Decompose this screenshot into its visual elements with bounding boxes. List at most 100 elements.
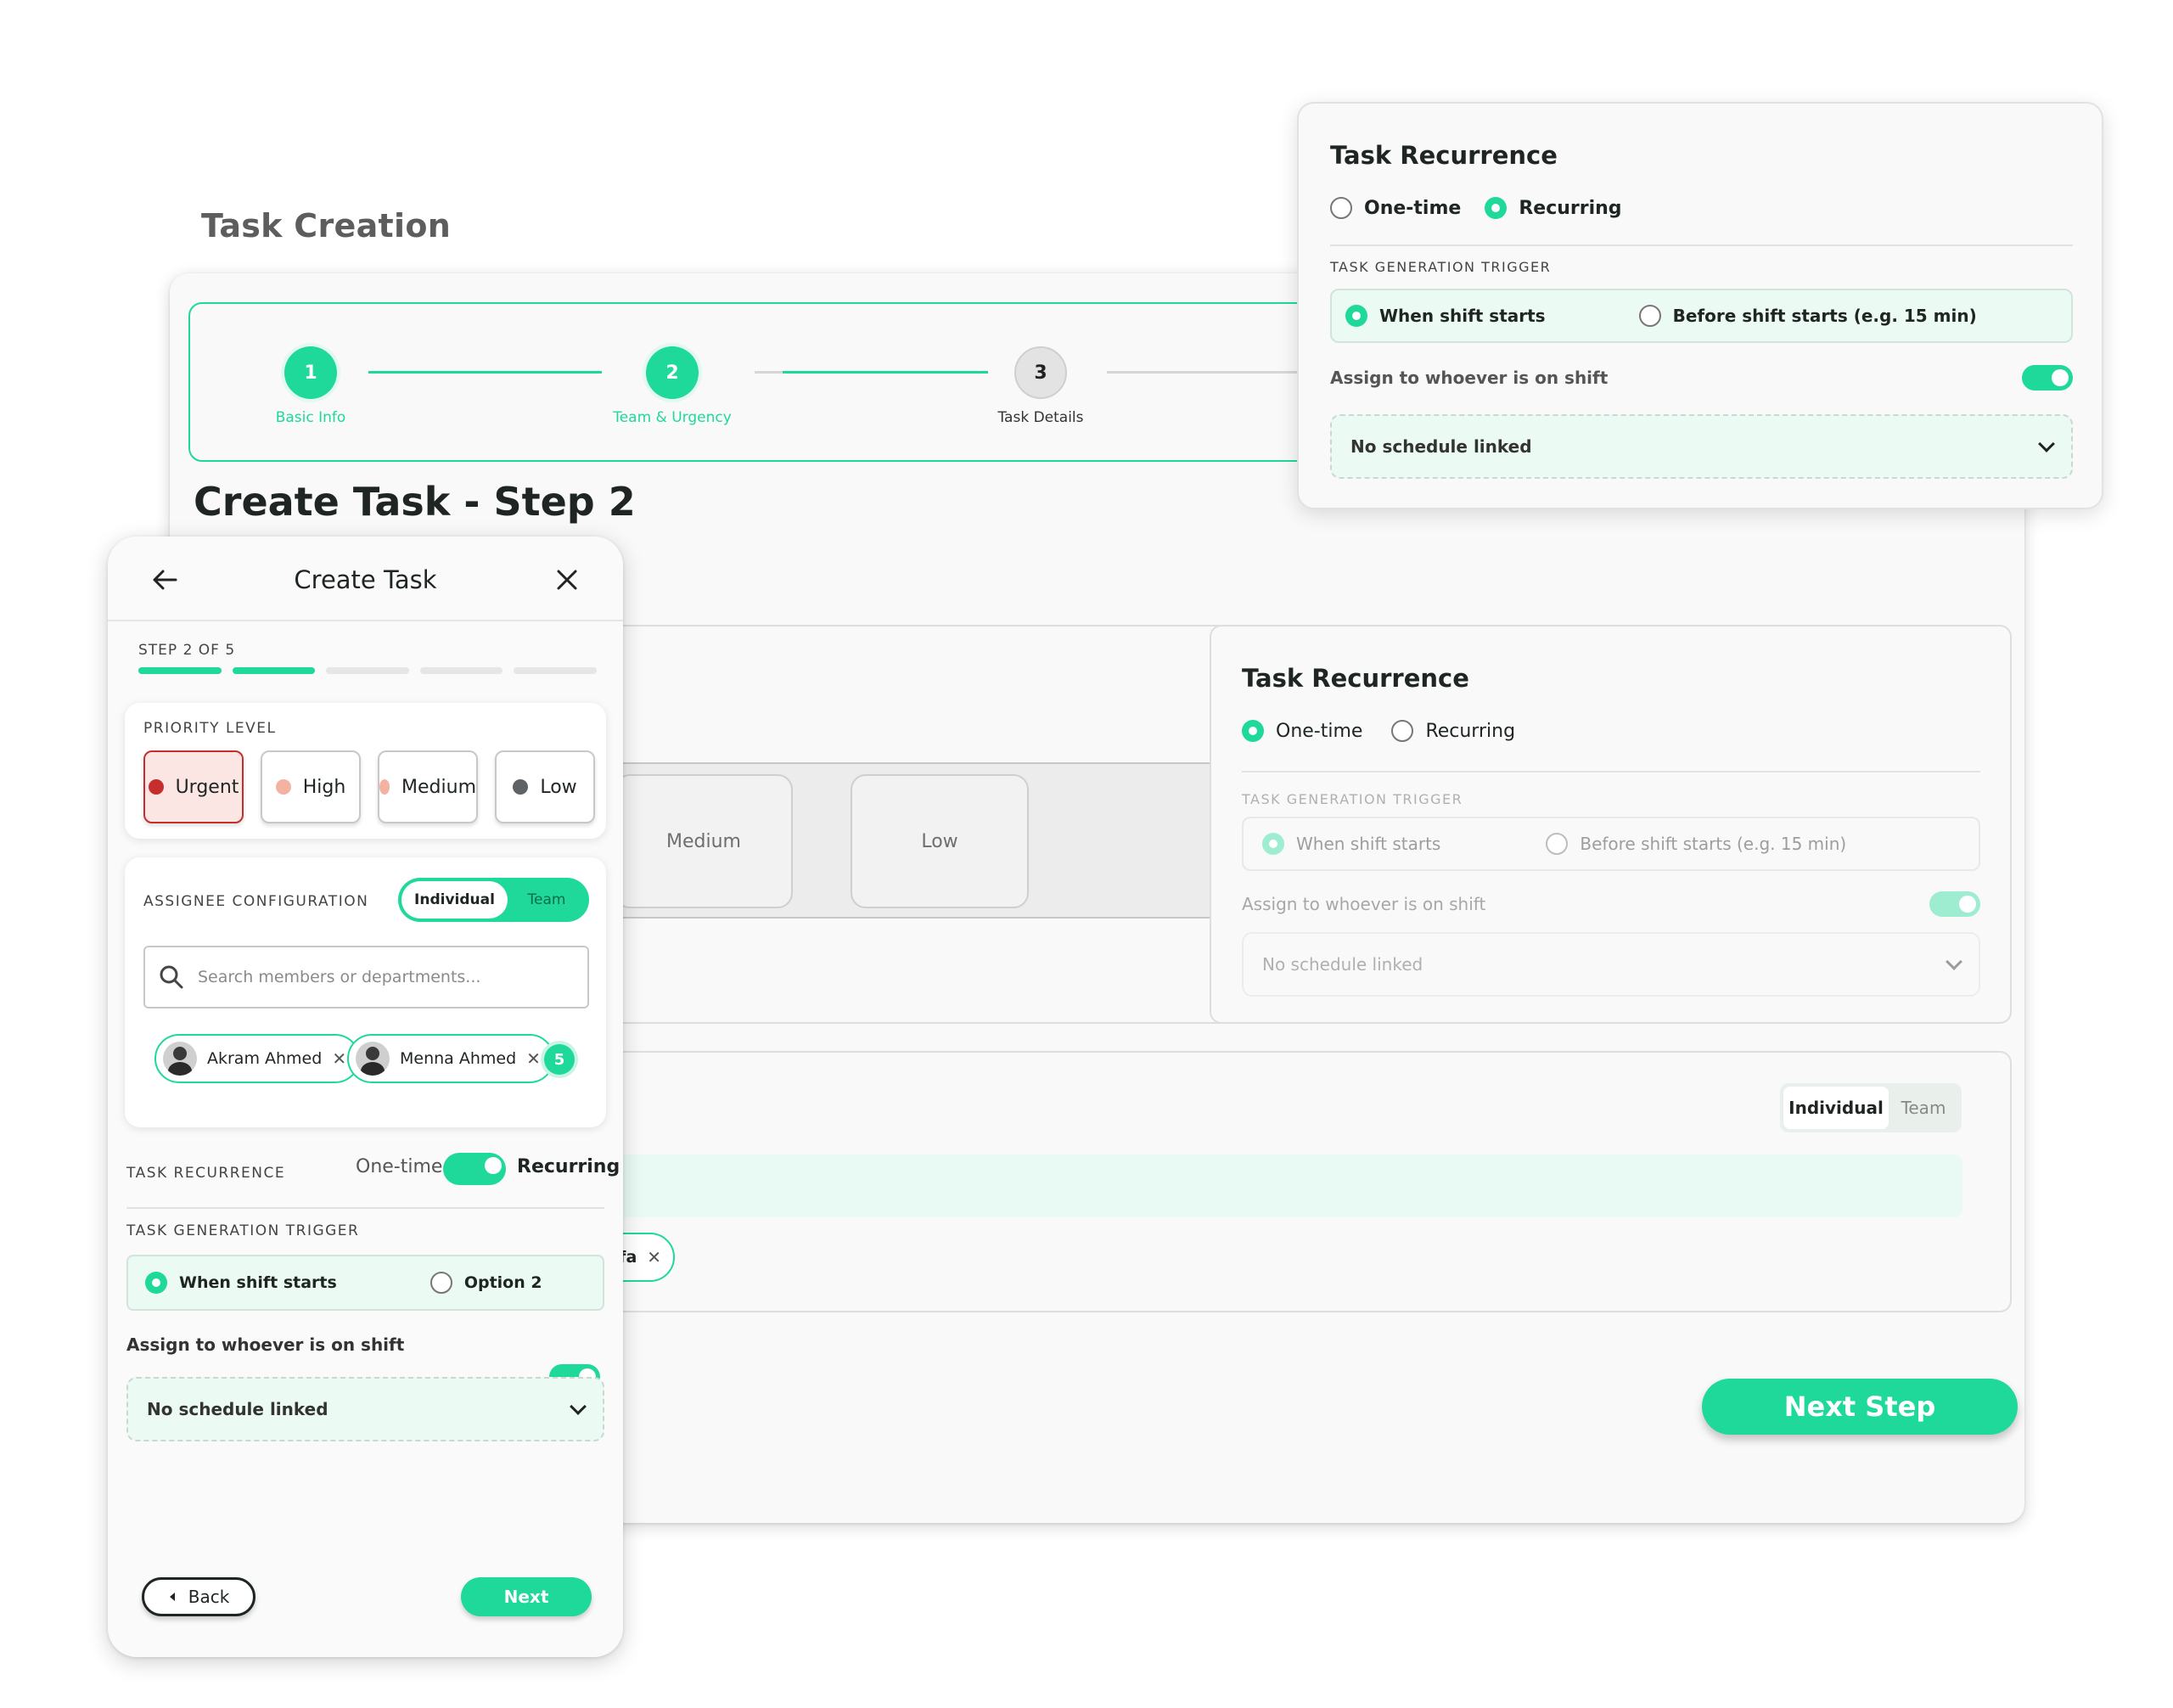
recurring-label: Recurring [517,1156,620,1177]
chevron-down-icon [1946,953,1962,970]
search-icon [160,965,183,989]
recurring-label: Recurring [1425,720,1516,742]
mode-team[interactable]: Team [1889,1098,1958,1118]
next-button[interactable]: Next [461,1577,592,1616]
mode-team[interactable]: Team [508,891,586,908]
remove-chip-icon[interactable]: ✕ [647,1247,661,1267]
priority-medium-button[interactable]: Medium [378,750,478,823]
schedule-dropdown-value: No schedule linked [147,1399,328,1419]
remove-chip-icon[interactable]: ✕ [526,1048,541,1069]
recurring-label: Recurring [1519,197,1622,219]
priority-low-button[interactable]: Low [495,750,595,823]
progress-segment [419,667,503,674]
trigger-label: TASK GENERATION TRIGGER [1330,259,1552,275]
chevron-down-icon [570,1398,587,1415]
step-1-label: Basic Info [275,409,346,426]
progress-segment [232,667,316,674]
trigger-option-2-label: Option 2 [463,1273,542,1292]
step-connector [755,371,988,374]
trigger-option-1-radio[interactable] [1345,305,1367,327]
mode-individual[interactable]: Individual [1783,1087,1889,1129]
step-3-label: Task Details [997,409,1084,426]
member-chip-name: Menna Ahmed [400,1049,517,1068]
trigger-label: TASK GENERATION TRIGGER [1242,791,1463,807]
priority-option-medium[interactable]: Medium [615,774,793,908]
recurring-radio[interactable] [1485,197,1508,219]
recurrence-card-floating: Task Recurrence One-time Recurring TASK … [1297,102,2103,509]
divider [126,1207,604,1209]
priority-option-low[interactable]: Low [851,774,1029,908]
trigger-option-1-radio[interactable] [145,1272,167,1294]
one-time-radio[interactable] [1242,720,1264,742]
trigger-label: TASK GENERATION TRIGGER [126,1222,360,1239]
step-2-label: Team & Urgency [613,409,732,426]
more-members-badge[interactable]: 5 [544,1044,575,1075]
priority-medium-label: Medium [401,776,476,798]
member-chip[interactable]: Akram Ahmed ✕ [154,1034,361,1083]
trigger-option-1-label: When shift starts [179,1273,337,1292]
assignee-mode-toggle: Individual Team [398,878,589,922]
mode-individual[interactable]: Individual [401,881,508,919]
trigger-option-1-label: When shift starts [1296,834,1441,854]
schedule-dropdown-value: No schedule linked [1350,436,1532,457]
page-title: Create Task - Step 2 [194,479,636,525]
priority-urgent-button[interactable]: Urgent [143,750,244,823]
recurrence-toggle[interactable] [443,1153,506,1185]
progress-segment [138,667,222,674]
search-field[interactable] [528,1155,1962,1217]
recurrence-options: One-time Recurring [1242,720,1515,742]
assign-on-shift-toggle[interactable] [1929,891,1980,917]
recurrence-label: TASK RECURRENCE [126,1165,286,1182]
assign-on-shift-toggle[interactable] [2022,365,2073,390]
trigger-options: When shift starts Option 2 [126,1255,604,1311]
recurrence-title: Task Recurrence [1330,141,1558,170]
low-dot [513,779,529,795]
back-button[interactable]: Back [142,1577,255,1616]
recurrence-panel: Task Recurrence One-time Recurring TASK … [1210,625,2012,1024]
step-2[interactable]: 2 [646,346,699,399]
mobile-header: Create Task [108,537,623,621]
step-progress-bar [138,667,597,674]
priority-label: PRIORITY LEVEL [143,720,277,737]
next-step-button[interactable]: Next Step [1702,1379,2018,1435]
assignee-card: ASSIGNEE CONFIGURATION Individual Team S… [125,857,606,1127]
assign-on-shift-label: Assign to whoever is on shift [1330,368,1609,388]
progress-segment [514,667,597,674]
step-3-number: 3 [1014,346,1067,399]
high-dot [275,779,291,795]
priority-card: PRIORITY LEVEL Urgent High Medium Low [125,703,606,839]
one-time-label: One-time [1276,720,1363,742]
schedule-dropdown[interactable]: No schedule linked [1242,932,1980,997]
chevron-down-icon [2038,435,2055,452]
recurring-radio[interactable] [1391,720,1414,742]
member-search-input[interactable]: Search members or departments... [143,946,589,1009]
schedule-dropdown[interactable]: No schedule linked [1330,414,2073,479]
trigger-option-2-label: Before shift starts (e.g. 15 min) [1580,834,1847,854]
step-connector [368,371,602,374]
recurrence-options: One-time Recurring [1330,197,1622,219]
priority-low-label: Low [540,776,577,798]
step-3[interactable]: 3 [1014,346,1067,399]
divider [1242,771,1980,773]
trigger-option-2-radio[interactable] [1546,833,1569,855]
one-time-label: One-time [356,1156,443,1177]
back-button-label: Back [188,1587,230,1607]
close-icon[interactable] [556,569,578,591]
trigger-options: When shift starts Before shift starts (e… [1330,289,2073,343]
medium-dot [379,779,390,795]
member-chip-name: Akram Ahmed [207,1049,323,1068]
one-time-radio[interactable] [1330,197,1352,219]
trigger-option-2-radio[interactable] [430,1272,452,1294]
schedule-dropdown[interactable]: No schedule linked [126,1377,604,1441]
recurrence-title: Task Recurrence [1242,664,1469,693]
assignee-panel: Individual Team Mostafa ✕ [460,1051,2012,1312]
trigger-option-1-radio[interactable] [1262,833,1284,855]
trigger-option-2-radio[interactable] [1638,305,1661,327]
progress-segment [326,667,409,674]
member-chip[interactable]: Menna Ahmed ✕ [347,1034,554,1083]
priority-high-button[interactable]: High [261,750,361,823]
step-2-number: 2 [646,346,699,399]
step-1-number: 1 [284,346,337,399]
step-1[interactable]: 1 [284,346,337,399]
remove-chip-icon[interactable]: ✕ [332,1048,346,1069]
